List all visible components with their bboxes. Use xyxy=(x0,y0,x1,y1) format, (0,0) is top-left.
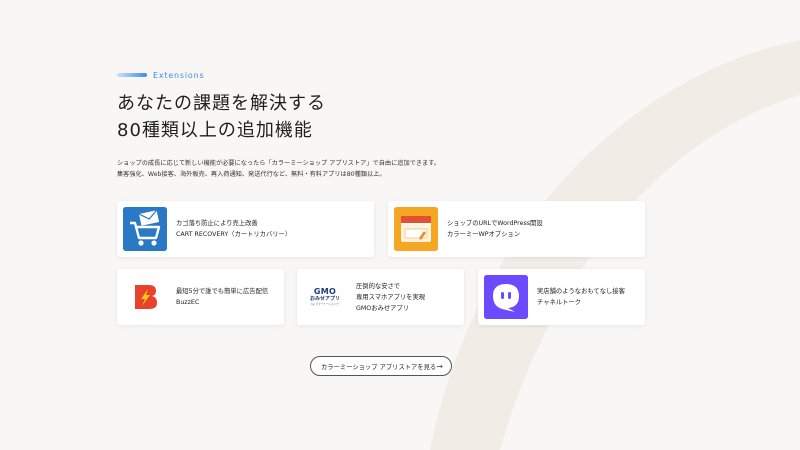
app-card-gmo-omise-app[interactable]: GMO おみせアプリ by カラーミーショップ 圧倒的な安さで 専用スマホアプリ… xyxy=(297,269,464,325)
title-line-1: あなたの課題を解決する xyxy=(117,93,326,114)
app-card-text: 最短5分で誰でも簡単に広告配信 BuzzEC xyxy=(176,286,268,308)
app-card-text: 圧倒的な安さで 専用スマホアプリを実現 GMOおみせアプリ xyxy=(356,281,425,314)
app-card-buzzec[interactable]: 最短5分で誰でも簡単に広告配信 BuzzEC xyxy=(117,269,284,325)
app-store-link-button[interactable]: カラーミーショップ アプリストアを見る → xyxy=(310,356,452,376)
gmo-logo-text: GMO xyxy=(313,286,337,296)
title-line-2: 80種類以上の追加機能 xyxy=(117,120,313,141)
extensions-section: Extensions あなたの課題を解決する 80種類以上の追加機能 ショップの… xyxy=(117,68,647,180)
app-card-wp-option[interactable]: ショップのURLでWordPress開設 カラーミーWPオプション xyxy=(388,201,645,257)
chat-bubble-icon xyxy=(484,275,528,319)
app-store-link-label: カラーミーショップ アプリストアを見る xyxy=(321,363,437,371)
gmo-logo-subtext: おみせアプリ xyxy=(309,295,340,302)
app-card-channel-talk[interactable]: 実店舗のようなおもてなし接客 チャネルトーク xyxy=(478,269,645,325)
app-card-text: ショップのURLでWordPress開設 カラーミーWPオプション xyxy=(447,218,543,240)
app-card-tagline-2: 専用スマホアプリを実現 xyxy=(356,293,426,301)
buzzec-logo-icon xyxy=(123,275,167,319)
eyebrow-label: Extensions xyxy=(153,70,205,80)
app-card-tagline: 圧倒的な安さで xyxy=(356,282,401,290)
description-line-1: ショップの成長に応じて新しい機能が必要になったら「カラーミーショップ アプリスト… xyxy=(117,160,440,167)
section-title: あなたの課題を解決する 80種類以上の追加機能 xyxy=(117,90,647,144)
arrow-right-icon: → xyxy=(436,361,443,371)
app-card-tagline: 最短5分で誰でも簡単に広告配信 xyxy=(176,288,269,295)
section-description: ショップの成長に応じて新しい機能が必要になったら「カラーミーショップ アプリスト… xyxy=(117,158,647,180)
eyebrow: Extensions xyxy=(117,68,647,82)
app-card-text: 実店舗のようなおもてなし接客 チャネルトーク xyxy=(537,286,625,308)
eyebrow-bar xyxy=(117,73,147,77)
app-card-name: CART RECOVERY（カートリカバリー） xyxy=(176,231,292,238)
app-card-tagline: 実店舗のようなおもてなし接客 xyxy=(537,288,625,295)
app-card-name: チャネルトーク xyxy=(537,299,582,306)
gmo-omise-app-logo: GMO おみせアプリ by カラーミーショップ xyxy=(303,275,347,319)
app-card-name: カラーミーWPオプション xyxy=(447,231,520,238)
app-card-name: GMOおみせアプリ xyxy=(356,304,410,312)
app-card-tagline: カゴ落ち防止により売上改善 xyxy=(176,220,258,227)
gmo-logo-byline: by カラーミーショップ xyxy=(311,302,339,306)
app-card-cart-recovery[interactable]: カゴ落ち防止により売上改善 CART RECOVERY（カートリカバリー） xyxy=(117,201,374,257)
description-line-2: 集客強化、Web接客、海外販売、再入荷通知、発送代行など、無料・有料アプリは80… xyxy=(117,171,386,178)
cart-mail-icon xyxy=(123,207,167,251)
shop-window-icon xyxy=(394,207,438,251)
app-card-text: カゴ落ち防止により売上改善 CART RECOVERY（カートリカバリー） xyxy=(176,218,291,240)
app-card-name: BuzzEC xyxy=(176,299,200,306)
app-card-tagline: ショップのURLでWordPress開設 xyxy=(447,220,543,227)
